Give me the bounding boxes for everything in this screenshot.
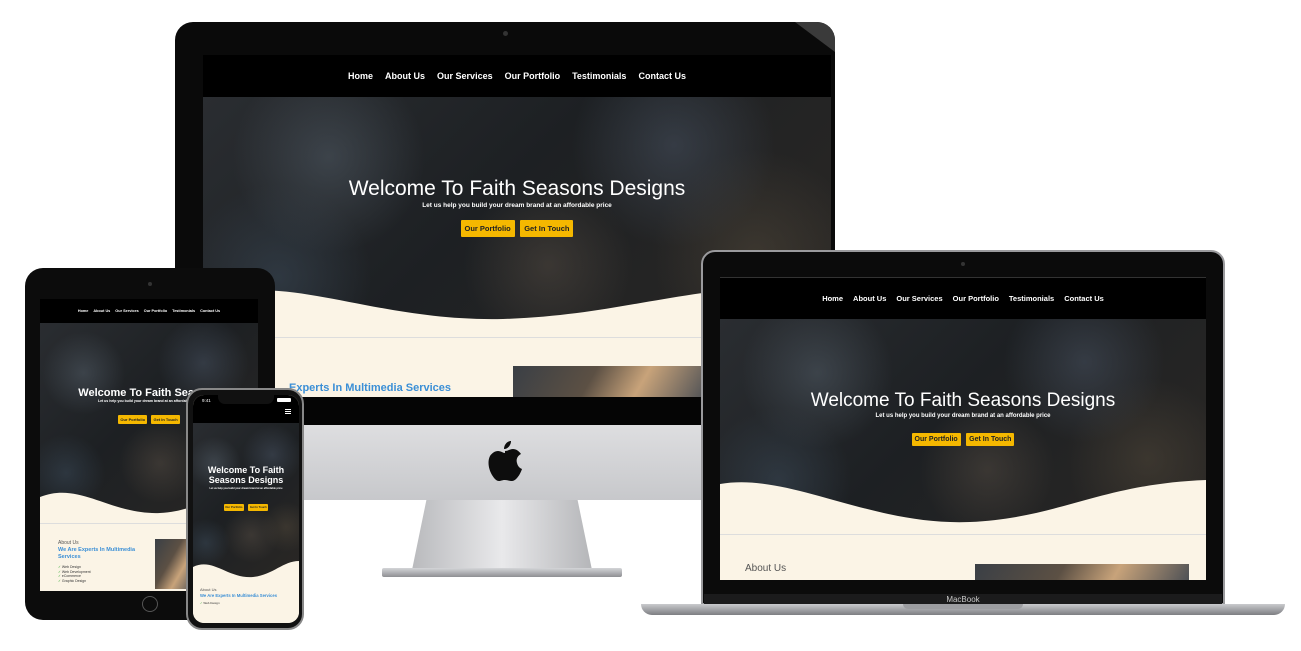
- status-time: 9:41: [202, 398, 211, 403]
- imac-foot: [382, 568, 622, 577]
- about-photo: [513, 366, 703, 400]
- nav-about[interactable]: About Us: [93, 309, 110, 313]
- nav-home[interactable]: Home: [822, 294, 843, 303]
- macbook-label: MacBook: [946, 595, 980, 604]
- macbook-notch: [903, 604, 1023, 609]
- macbook-camera: [961, 262, 965, 266]
- hero-title: Welcome To Faith Seasons Designs: [348, 177, 686, 200]
- hero-wave: [720, 480, 1206, 534]
- nav-services[interactable]: Our Services: [437, 71, 493, 81]
- nav-services[interactable]: Our Services: [896, 294, 942, 303]
- apple-logo-icon: [488, 441, 522, 481]
- nav-about[interactable]: About Us: [385, 71, 425, 81]
- ipad-home-button: [142, 596, 158, 612]
- imac-camera: [503, 31, 508, 36]
- portfolio-button[interactable]: Our Portfolio: [223, 503, 244, 511]
- portfolio-button[interactable]: Our Portfolio: [911, 433, 961, 446]
- nav-services[interactable]: Our Services: [115, 309, 138, 313]
- portfolio-button[interactable]: Our Portfolio: [460, 220, 515, 237]
- nav-portfolio[interactable]: Our Portfolio: [505, 71, 561, 81]
- imac-nav: Home About Us Our Services Our Portfolio…: [203, 55, 831, 97]
- get-in-touch-button[interactable]: Get In Touch: [151, 415, 180, 424]
- hero-subtitle: Let us help you build your dream brand a…: [422, 202, 612, 209]
- about-label: About Us: [200, 587, 217, 592]
- get-in-touch-button[interactable]: Get In Touch: [966, 433, 1015, 446]
- nav-portfolio[interactable]: Our Portfolio: [953, 294, 999, 303]
- hero-subtitle: Let us help you build your dream brand a…: [209, 487, 283, 490]
- get-in-touch-button[interactable]: Get In Touch: [520, 220, 574, 237]
- status-icons: [277, 398, 291, 402]
- imac-glare: [795, 22, 835, 52]
- about-title: Experts In Multimedia Services: [289, 382, 452, 394]
- nav-testimonials[interactable]: Testimonials: [572, 71, 626, 81]
- ipad-nav: Home About Us Our Services Our Portfolio…: [40, 299, 258, 323]
- get-in-touch-button[interactable]: Get In Touch: [248, 503, 269, 511]
- hero-subtitle: Let us help you build your dream brand a…: [875, 413, 1051, 419]
- about-photo: [975, 564, 1189, 580]
- about-title: We Are Experts In Multimedia Services: [200, 593, 278, 598]
- iphone-notch: [218, 395, 274, 404]
- nav-home[interactable]: Home: [348, 71, 373, 81]
- nav-contact[interactable]: Contact Us: [1064, 294, 1104, 303]
- nav-home[interactable]: Home: [78, 309, 89, 313]
- macbook-nav: Home About Us Our Services Our Portfolio…: [720, 277, 1206, 319]
- iphone-hero: Welcome To Faith Seasons Designs Let us …: [193, 423, 299, 583]
- service-item: ✓ Web Design: [200, 601, 220, 605]
- hero-title: Welcome To Faith Seasons Designs: [810, 390, 1116, 411]
- iphone-about: About Us We Are Experts In Multimedia Se…: [193, 583, 299, 623]
- about-label: About Us: [58, 540, 79, 546]
- hero-title: Welcome To Faith Seasons Designs: [207, 465, 285, 485]
- macbook-hero: Welcome To Faith Seasons Designs Let us …: [720, 319, 1206, 534]
- macbook-about: About Us: [720, 535, 1206, 580]
- about-label: About Us: [745, 563, 787, 574]
- service-item: ✓ Graphic Design: [58, 578, 87, 583]
- nav-about[interactable]: About Us: [853, 294, 886, 303]
- nav-contact[interactable]: Contact Us: [200, 309, 220, 313]
- about-title: We Are Experts In Multimedia Services: [58, 547, 136, 560]
- imac-stand: [412, 500, 592, 570]
- macbook-screen: Home About Us Our Services Our Portfolio…: [720, 277, 1206, 580]
- iphone-screen: 9:41 Welcome To Faith Seasons Designs Le…: [193, 395, 299, 623]
- hamburger-icon[interactable]: [285, 409, 291, 415]
- nav-testimonials[interactable]: Testimonials: [1009, 294, 1054, 303]
- nav-testimonials[interactable]: Testimonials: [172, 309, 195, 313]
- portfolio-button[interactable]: Our Portfolio: [118, 415, 148, 424]
- ipad-camera: [148, 282, 152, 286]
- hero-wave: [193, 561, 299, 583]
- nav-portfolio[interactable]: Our Portfolio: [144, 309, 167, 313]
- nav-contact[interactable]: Contact Us: [638, 71, 686, 81]
